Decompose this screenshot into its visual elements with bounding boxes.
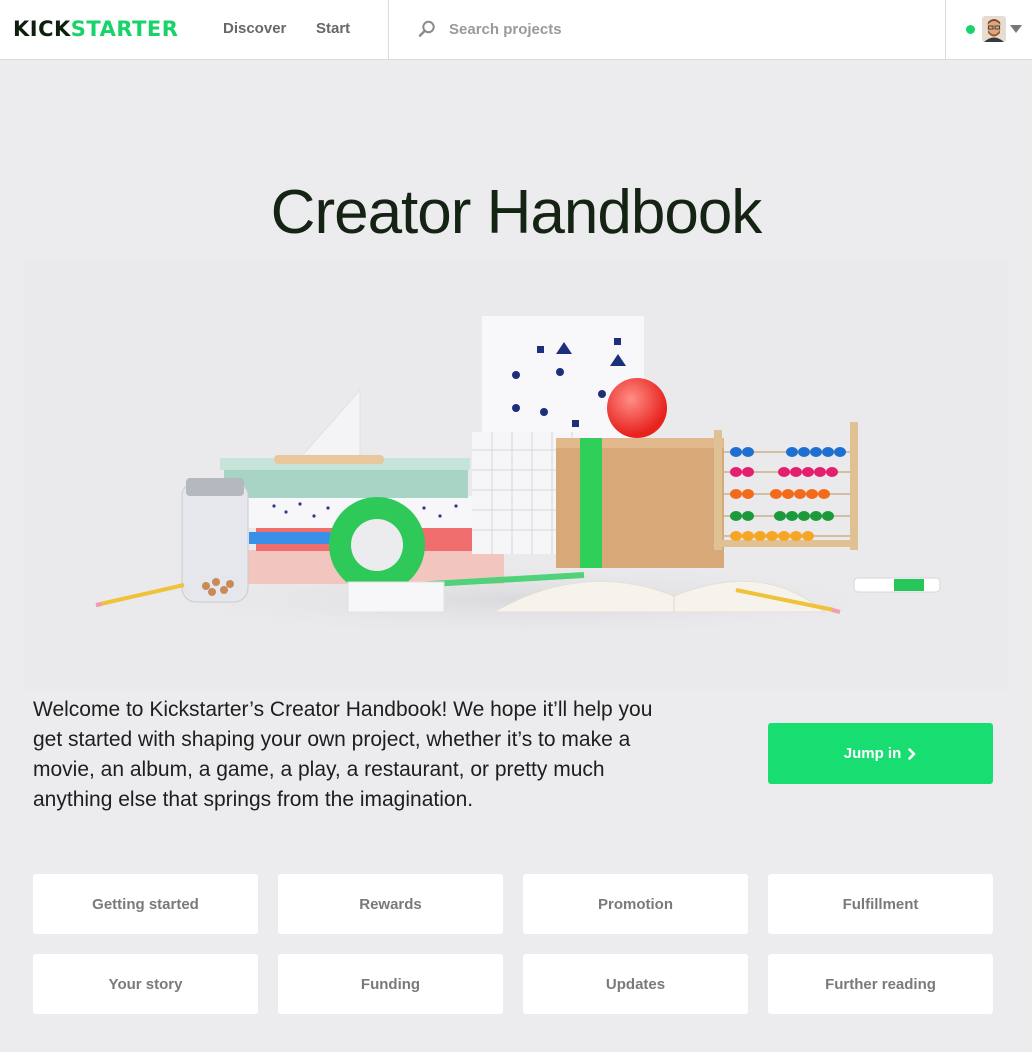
section-your-story[interactable]: Your story bbox=[33, 954, 258, 1014]
logo-part-kick: KICK bbox=[13, 17, 71, 41]
hero-image bbox=[24, 260, 1008, 690]
jump-in-button[interactable]: Jump in bbox=[768, 723, 993, 784]
nav-start-link[interactable]: Start bbox=[316, 20, 350, 38]
top-navigation-bar: KICKSTARTER Discover Start bbox=[0, 0, 1032, 60]
section-updates[interactable]: Updates bbox=[523, 954, 748, 1014]
page-title: Creator Handbook bbox=[270, 178, 763, 247]
search-input[interactable] bbox=[440, 14, 920, 44]
logo-part-starter: STARTER bbox=[70, 17, 179, 41]
section-rewards[interactable]: Rewards bbox=[278, 874, 503, 934]
section-promotion[interactable]: Promotion bbox=[523, 874, 748, 934]
avatar[interactable] bbox=[982, 16, 1006, 42]
kickstarter-logo[interactable]: KICKSTARTER bbox=[13, 17, 178, 41]
header-divider bbox=[388, 0, 389, 59]
jump-in-label: Jump in bbox=[843, 745, 902, 762]
section-getting-started[interactable]: Getting started bbox=[33, 874, 258, 934]
header-divider bbox=[945, 0, 946, 59]
section-funding[interactable]: Funding bbox=[278, 954, 503, 1014]
chevron-right-icon bbox=[908, 747, 916, 760]
section-fulfillment[interactable]: Fulfillment bbox=[768, 874, 993, 934]
section-further-reading[interactable]: Further reading bbox=[768, 954, 993, 1014]
search-icon[interactable] bbox=[417, 19, 437, 39]
craft-supplies-illustration bbox=[24, 260, 1008, 690]
online-status-dot bbox=[966, 25, 975, 34]
intro-paragraph: Welcome to Kickstarter’s Creator Handboo… bbox=[33, 698, 653, 811]
account-menu-caret-icon[interactable] bbox=[1010, 25, 1022, 33]
nav-discover-link[interactable]: Discover bbox=[223, 20, 286, 38]
